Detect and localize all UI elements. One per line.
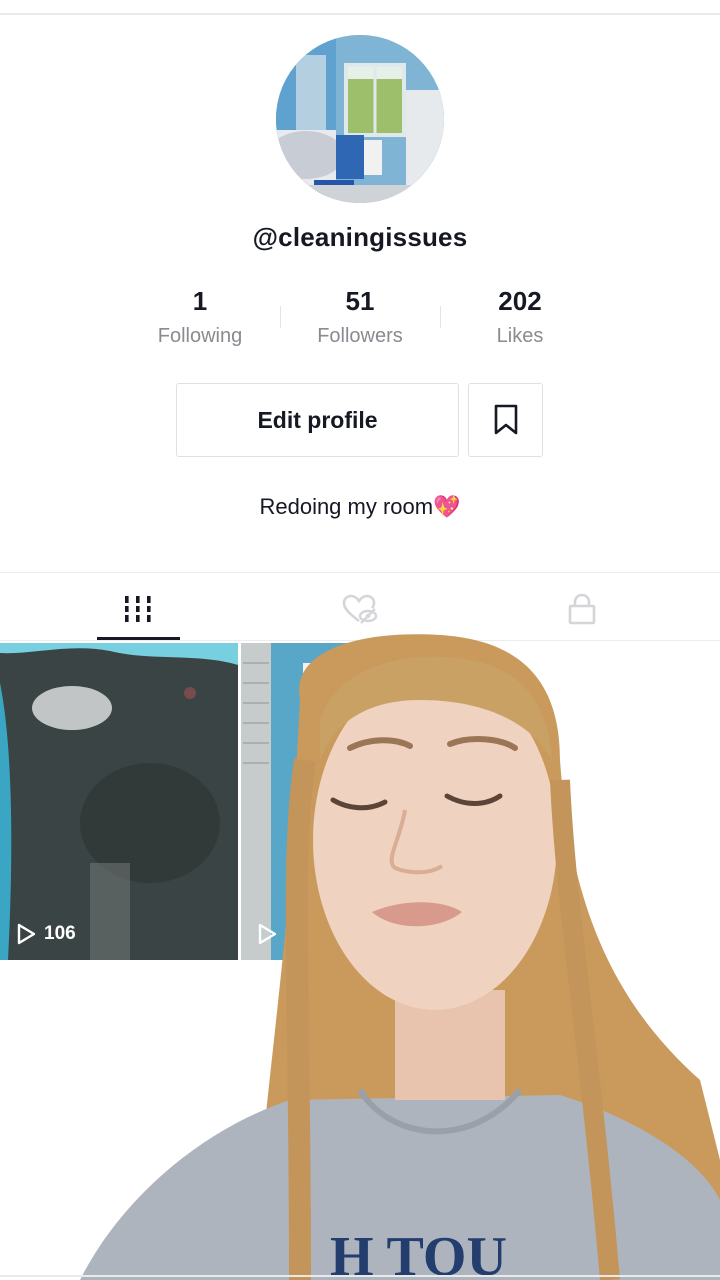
tabs-divider	[0, 572, 720, 573]
svg-text:H TOU: H TOU	[330, 1226, 507, 1280]
tabs-bottom-divider	[0, 640, 720, 641]
profile-username: @cleaningissues	[252, 222, 468, 252]
video-thumbnail[interactable]	[241, 643, 479, 960]
profile-stats: 1 Following 51 Followers 202 Likes	[120, 284, 600, 364]
bookmark-button[interactable]	[468, 383, 543, 457]
grid-videos-icon	[123, 596, 153, 622]
stat-likes[interactable]: 202 Likes	[440, 284, 600, 349]
bio-text: Redoing my room	[259, 494, 434, 519]
liked-hidden-icon	[342, 594, 378, 624]
video-thumbnail[interactable]: 106	[0, 643, 238, 960]
tab-videos[interactable]	[18, 580, 258, 638]
stat-followers[interactable]: 51 Followers	[280, 284, 440, 349]
stat-following[interactable]: 1 Following	[120, 284, 280, 349]
stat-likes-count: 202	[498, 286, 542, 316]
avatar-room-photo	[276, 35, 444, 203]
video-views-number: 106	[44, 923, 76, 944]
video-thumbnail-image	[0, 643, 238, 960]
bookmark-icon	[494, 404, 517, 435]
stat-following-label: Following	[157, 325, 243, 347]
bottom-divider	[0, 1275, 720, 1277]
tab-liked[interactable]	[240, 580, 480, 638]
video-view-count	[257, 923, 285, 945]
video-thumbnail-image	[241, 643, 479, 960]
video-view-count: 106	[16, 923, 76, 945]
stat-followers-count: 51	[345, 286, 375, 316]
tab-private[interactable]	[462, 580, 702, 638]
edit-profile-button[interactable]: Edit profile	[176, 383, 459, 457]
lock-icon	[568, 593, 596, 625]
play-icon	[17, 923, 36, 945]
top-divider	[0, 13, 720, 15]
profile-avatar[interactable]	[276, 35, 444, 203]
stat-likes-label: Likes	[496, 325, 544, 347]
sparkling-heart-emoji: 💖	[433, 495, 461, 520]
stat-following-count: 1	[192, 286, 208, 316]
stat-followers-label: Followers	[317, 325, 403, 347]
profile-bio: Redoing my room💖	[0, 494, 720, 520]
play-icon	[258, 923, 277, 945]
